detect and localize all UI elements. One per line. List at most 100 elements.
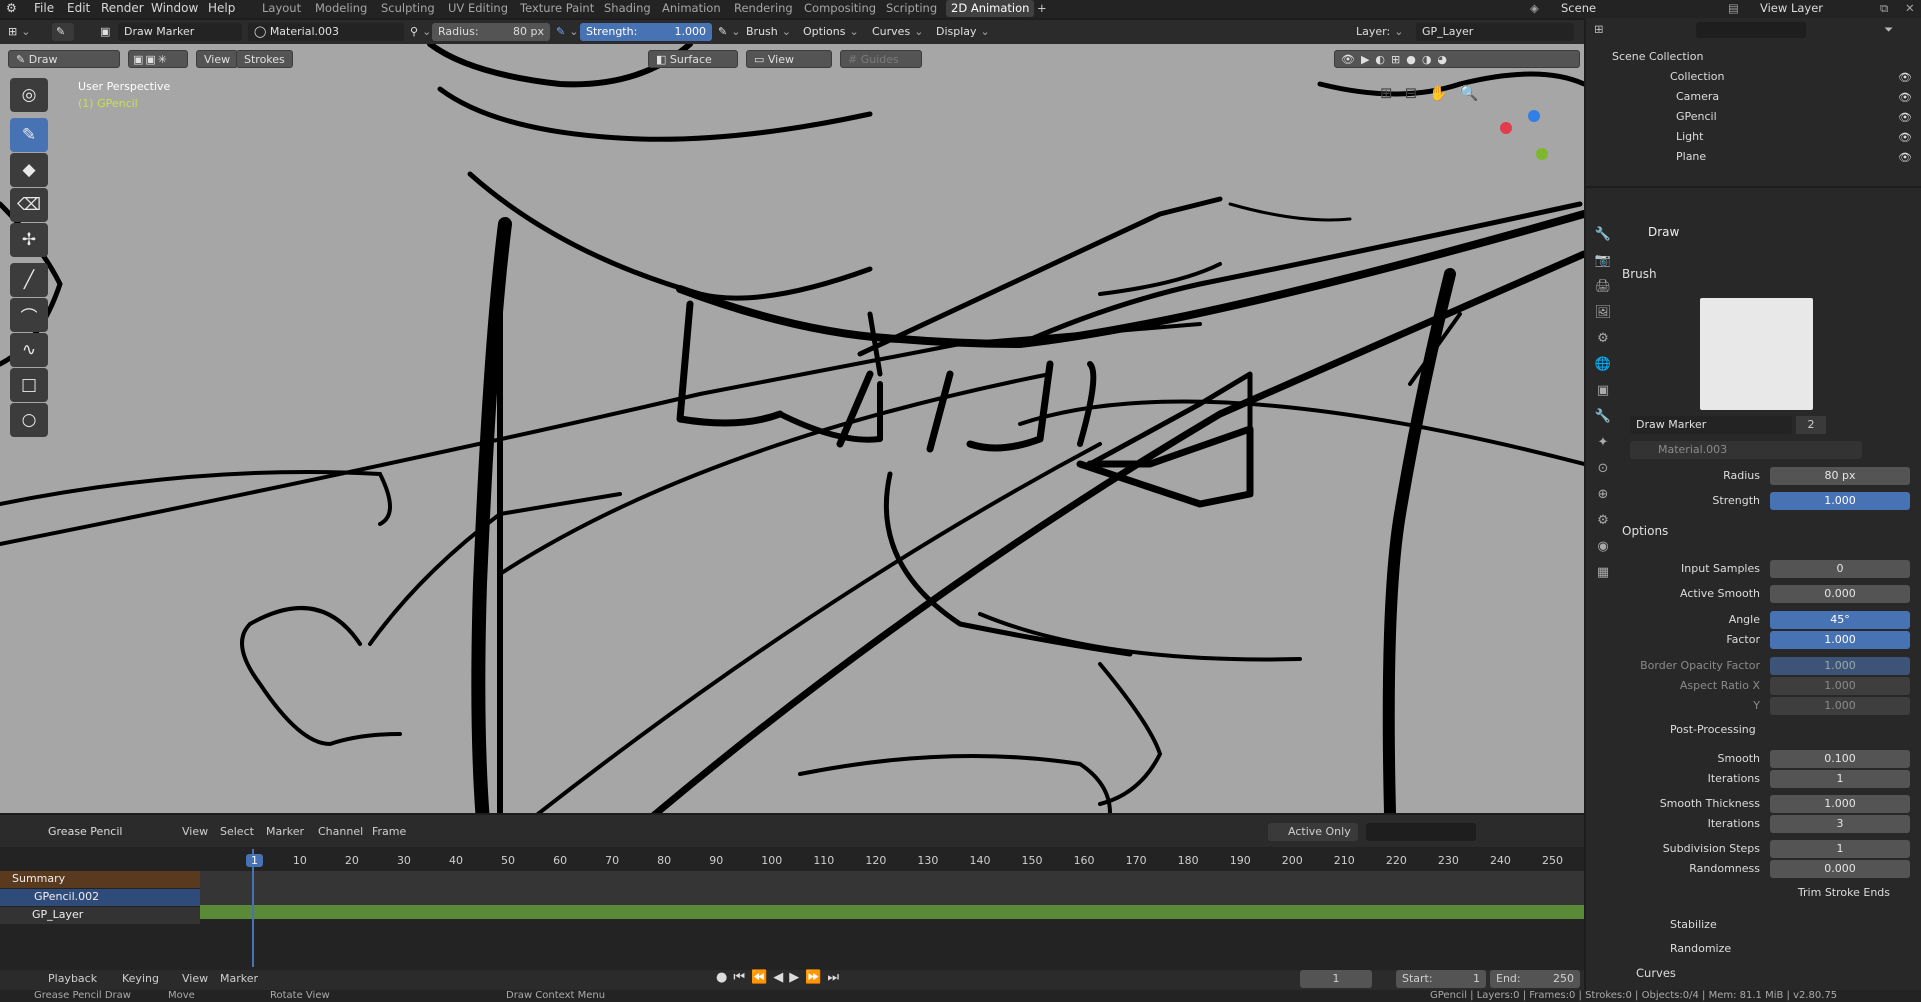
- radius-prop-value[interactable]: 80 px: [1770, 467, 1910, 485]
- stabilize-panel[interactable]: Stabilize: [1670, 918, 1717, 931]
- camera-row[interactable]: Camera: [1676, 90, 1719, 103]
- remove-view-layer-icon[interactable]: ✕: [1905, 1, 1915, 15]
- cursor-tool-icon[interactable]: ◎: [10, 78, 48, 112]
- properties-tabs[interactable]: 🔧 📷 🖨 🖼 ⚙ 🌐 ▣ 🔧 ✦ ⊙ ⊕ ⚙ ◉ ▦: [1590, 222, 1616, 586]
- workspace-tab-shading[interactable]: Shading: [604, 1, 651, 15]
- option-value[interactable]: 1.000: [1770, 657, 1910, 675]
- blender-logo-icon[interactable]: ⚙: [6, 1, 17, 15]
- transport-controls[interactable]: ●⏮⏪◀▶⏩⏭: [716, 970, 845, 985]
- 3d-viewport[interactable]: User Perspective (1) GPencil: [0, 44, 1584, 813]
- layer-channel-strip[interactable]: [200, 905, 1584, 919]
- new-view-layer-icon[interactable]: ⧉: [1880, 1, 1888, 16]
- option-value[interactable]: 1.000: [1770, 631, 1910, 649]
- post-processing-value[interactable]: 3: [1770, 815, 1910, 833]
- line-tool-icon[interactable]: ╱: [10, 263, 48, 297]
- post-processing-value[interactable]: 1: [1770, 770, 1910, 788]
- filter-icon[interactable]: ⏷: [1884, 22, 1893, 37]
- post-processing-value[interactable]: 0.100: [1770, 750, 1910, 768]
- post-processing-toggle[interactable]: Post-Processing: [1670, 723, 1756, 736]
- workspace-tab-uv-editing[interactable]: UV Editing: [448, 1, 508, 15]
- outliner-search-input[interactable]: [1696, 22, 1806, 38]
- view-layer-name[interactable]: View Layer: [1760, 1, 1823, 15]
- end-frame-field[interactable]: End: 250: [1490, 970, 1580, 988]
- trim-stroke-ends-label[interactable]: Trim Stroke Ends: [1620, 886, 1890, 899]
- workspace-tab-modeling[interactable]: Modeling: [315, 1, 367, 15]
- ds-menu-select[interactable]: Select: [220, 825, 254, 838]
- radius-slider[interactable]: Radius: 80 px: [432, 23, 550, 41]
- keying-menu[interactable]: Keying: [122, 972, 159, 985]
- strength-slider[interactable]: Strength: 1.000: [580, 23, 712, 41]
- brush-name-field[interactable]: Draw Marker: [118, 23, 242, 41]
- start-frame-field[interactable]: Start: 1: [1396, 970, 1486, 988]
- ds-menu-channel[interactable]: Channel: [318, 825, 363, 838]
- z-axis-icon[interactable]: [1528, 110, 1540, 122]
- randomize-panel[interactable]: Randomize: [1670, 942, 1731, 955]
- ds-menu-marker[interactable]: Marker: [266, 825, 304, 838]
- box-tool-icon[interactable]: □: [10, 368, 48, 402]
- brush-section-header[interactable]: Brush: [1622, 267, 1657, 281]
- ds-menu-frame[interactable]: Frame: [372, 825, 406, 838]
- guides-dropdown[interactable]: # Guides: [840, 50, 922, 68]
- gpencil-row[interactable]: GPencil: [1676, 110, 1717, 123]
- viewport-shading-controls[interactable]: 👁▶◐⊞●◑◕: [1334, 50, 1580, 68]
- layer-field[interactable]: GP_Layer: [1416, 23, 1574, 41]
- menu-file[interactable]: File: [34, 1, 54, 15]
- axis-gizmo[interactable]: [1500, 110, 1560, 160]
- current-frame-field[interactable]: 1: [1300, 970, 1372, 988]
- post-processing-value[interactable]: 1.000: [1770, 795, 1910, 813]
- pin-material-icon[interactable]: ⚲: [410, 23, 431, 41]
- menu-help[interactable]: Help: [208, 1, 235, 15]
- workspace-tab-sculpting[interactable]: Sculpting: [381, 1, 435, 15]
- visibility-icons[interactable]: 👁 👁 👁 👁 👁: [1898, 68, 1912, 168]
- material-field-panel[interactable]: Material.003: [1630, 441, 1862, 459]
- workspace-tab-animation[interactable]: Animation: [662, 1, 721, 15]
- display-menu[interactable]: Display: [936, 23, 990, 41]
- light-row[interactable]: Light: [1676, 130, 1703, 143]
- workspace-tab-texture-paint[interactable]: Texture Paint: [520, 1, 594, 15]
- circle-tool-icon[interactable]: ○: [10, 403, 48, 437]
- surface-dropdown[interactable]: ◧ Surface: [648, 50, 738, 68]
- option-value[interactable]: 0.000: [1770, 585, 1910, 603]
- post-processing-value[interactable]: 1: [1770, 840, 1910, 858]
- brush-users-count[interactable]: 2: [1796, 416, 1826, 434]
- view-menu[interactable]: View: [196, 50, 239, 68]
- strength-pressure-icon[interactable]: ✎: [718, 23, 740, 41]
- plane-row[interactable]: Plane: [1676, 150, 1706, 163]
- material-field[interactable]: ◯ Material.003: [248, 23, 404, 41]
- erase-tool-icon[interactable]: ⌫: [10, 188, 48, 222]
- curves-menu[interactable]: Curves: [872, 23, 923, 41]
- workspace-tab-layout[interactable]: Layout: [262, 1, 301, 15]
- collection-row[interactable]: Collection: [1670, 70, 1724, 83]
- arc-tool-icon[interactable]: ⌒: [10, 298, 48, 332]
- option-value[interactable]: 45°: [1770, 611, 1910, 629]
- menu-window[interactable]: Window: [151, 1, 198, 15]
- dopesheet-mode[interactable]: Grease Pencil: [48, 825, 122, 838]
- pb-view-menu[interactable]: View: [182, 972, 208, 985]
- navigation-buttons[interactable]: ⊞⊟✋🔍: [1380, 84, 1580, 110]
- editor-type-icon[interactable]: ⊞: [8, 23, 30, 41]
- workspace-tab-rendering[interactable]: Rendering: [734, 1, 793, 15]
- option-value[interactable]: 1.000: [1770, 677, 1910, 695]
- menu-edit[interactable]: Edit: [67, 1, 90, 15]
- object-channel[interactable]: [0, 889, 200, 906]
- brush-name-field-panel[interactable]: Draw Marker: [1630, 416, 1792, 434]
- x-axis-icon[interactable]: [1500, 122, 1512, 134]
- brush-icon[interactable]: ✎: [52, 23, 74, 41]
- layer-channel[interactable]: [0, 907, 200, 924]
- dopesheet-search-input[interactable]: [1366, 823, 1476, 841]
- ds-menu-view[interactable]: View: [182, 825, 208, 838]
- options-menu[interactable]: Options: [803, 23, 859, 41]
- option-value[interactable]: 1.000: [1770, 697, 1910, 715]
- curve-tool-icon[interactable]: ∿: [10, 333, 48, 367]
- workspace-tab-scripting[interactable]: Scripting: [886, 1, 937, 15]
- menu-render[interactable]: Render: [101, 1, 144, 15]
- radius-pressure-icon[interactable]: ✎: [556, 23, 578, 41]
- y-axis-icon[interactable]: [1536, 148, 1548, 160]
- playback-menu[interactable]: Playback: [48, 972, 97, 985]
- scene-name[interactable]: Scene: [1561, 1, 1596, 15]
- tint-tool-icon[interactable]: ✢: [10, 223, 48, 257]
- mode-dropdown[interactable]: ✎ Draw: [8, 50, 120, 68]
- options-section-header[interactable]: Options: [1622, 524, 1668, 538]
- draw-tool-icon[interactable]: ✎: [10, 118, 48, 152]
- workspace-tab-2d-animation[interactable]: 2D Animation: [946, 0, 1035, 17]
